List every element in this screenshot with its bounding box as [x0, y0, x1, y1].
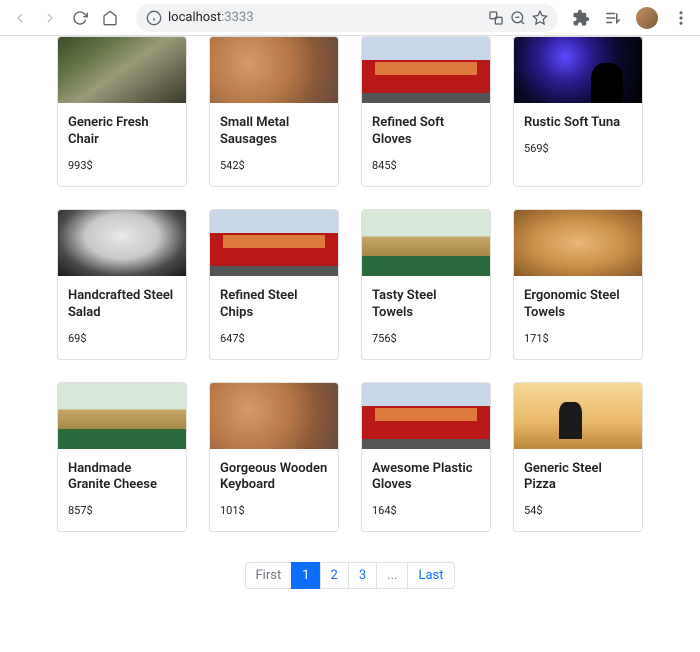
product-title: Handmade Granite Cheese: [68, 461, 176, 495]
product-price: 756$: [372, 332, 480, 345]
address-bar[interactable]: localhost:3333: [136, 4, 558, 32]
menu-icon[interactable]: [672, 9, 690, 27]
zoom-out-icon[interactable]: [510, 10, 526, 26]
back-button[interactable]: [8, 6, 32, 30]
product-image: [514, 210, 642, 276]
translate-icon[interactable]: [488, 10, 504, 26]
product-body: Tasty Steel Towels 756$: [362, 276, 490, 359]
product-card[interactable]: Rustic Soft Tuna 569$: [513, 36, 643, 187]
product-card[interactable]: Tasty Steel Towels 756$: [361, 209, 491, 360]
pagination: First123...Last: [0, 552, 700, 619]
page-last[interactable]: Last: [407, 562, 454, 589]
product-price: 857$: [68, 504, 176, 517]
forward-button[interactable]: [38, 6, 62, 30]
product-card[interactable]: Refined Soft Gloves 845$: [361, 36, 491, 187]
product-title: Tasty Steel Towels: [372, 288, 480, 322]
product-image: [362, 37, 490, 103]
product-title: Refined Steel Chips: [220, 288, 328, 322]
product-title: Rustic Soft Tuna: [524, 115, 632, 132]
product-price: 54$: [524, 504, 632, 517]
product-body: Refined Soft Gloves 845$: [362, 103, 490, 186]
product-body: Handmade Granite Cheese 857$: [58, 449, 186, 532]
product-card[interactable]: Refined Steel Chips 647$: [209, 209, 339, 360]
product-title: Gorgeous Wooden Keyboard: [220, 461, 328, 495]
product-image: [210, 383, 338, 449]
product-image: [210, 37, 338, 103]
product-title: Refined Soft Gloves: [372, 115, 480, 149]
product-body: Generic Fresh Chair 993$: [58, 103, 186, 186]
reading-list-icon[interactable]: [604, 9, 622, 27]
product-card[interactable]: Generic Fresh Chair 993$: [57, 36, 187, 187]
browser-toolbar: localhost:3333: [0, 0, 700, 36]
page-number[interactable]: 1: [291, 562, 320, 589]
product-body: Rustic Soft Tuna 569$: [514, 103, 642, 169]
product-body: Awesome Plastic Gloves 164$: [362, 449, 490, 532]
url-text: localhost:3333: [168, 10, 482, 25]
product-image: [58, 37, 186, 103]
home-button[interactable]: [98, 6, 122, 30]
product-image: [514, 383, 642, 449]
product-image: [514, 37, 642, 103]
product-title: Small Metal Sausages: [220, 115, 328, 149]
product-price: 101$: [220, 504, 328, 517]
product-title: Generic Fresh Chair: [68, 115, 176, 149]
product-price: 164$: [372, 504, 480, 517]
product-card[interactable]: Ergonomic Steel Towels 171$: [513, 209, 643, 360]
page-number[interactable]: 3: [348, 562, 377, 589]
product-price: 542$: [220, 159, 328, 172]
product-title: Handcrafted Steel Salad: [68, 288, 176, 322]
product-price: 647$: [220, 332, 328, 345]
product-grid: Generic Fresh Chair 993$ Small Metal Sausa…: [0, 36, 700, 552]
page-ellipsis: ...: [376, 562, 408, 589]
product-title: Ergonomic Steel Towels: [524, 288, 632, 322]
product-body: Handcrafted Steel Salad 69$: [58, 276, 186, 359]
product-card[interactable]: Gorgeous Wooden Keyboard 101$: [209, 382, 339, 533]
extensions-icon[interactable]: [572, 9, 590, 27]
product-card[interactable]: Generic Steel Pizza 54$: [513, 382, 643, 533]
product-title: Awesome Plastic Gloves: [372, 461, 480, 495]
product-image: [362, 210, 490, 276]
product-body: Refined Steel Chips 647$: [210, 276, 338, 359]
page-content: Generic Fresh Chair 993$ Small Metal Sausa…: [0, 36, 700, 652]
browser-right-icons: [572, 7, 692, 29]
product-image: [58, 210, 186, 276]
product-body: Generic Steel Pizza 54$: [514, 449, 642, 532]
product-body: Ergonomic Steel Towels 171$: [514, 276, 642, 359]
product-price: 171$: [524, 332, 632, 345]
product-body: Gorgeous Wooden Keyboard 101$: [210, 449, 338, 532]
product-price: 569$: [524, 142, 632, 155]
reload-button[interactable]: [68, 6, 92, 30]
product-image: [210, 210, 338, 276]
page-first: First: [245, 562, 293, 589]
product-card[interactable]: Handcrafted Steel Salad 69$: [57, 209, 187, 360]
profile-avatar[interactable]: [636, 7, 658, 29]
product-image: [362, 383, 490, 449]
product-title: Generic Steel Pizza: [524, 461, 632, 495]
product-card[interactable]: Small Metal Sausages 542$: [209, 36, 339, 187]
product-price: 69$: [68, 332, 176, 345]
product-card[interactable]: Handmade Granite Cheese 857$: [57, 382, 187, 533]
star-icon[interactable]: [532, 10, 548, 26]
product-card[interactable]: Awesome Plastic Gloves 164$: [361, 382, 491, 533]
product-price: 845$: [372, 159, 480, 172]
page-number[interactable]: 2: [320, 562, 349, 589]
info-icon: [146, 10, 162, 26]
product-image: [58, 383, 186, 449]
product-body: Small Metal Sausages 542$: [210, 103, 338, 186]
product-price: 993$: [68, 159, 176, 172]
